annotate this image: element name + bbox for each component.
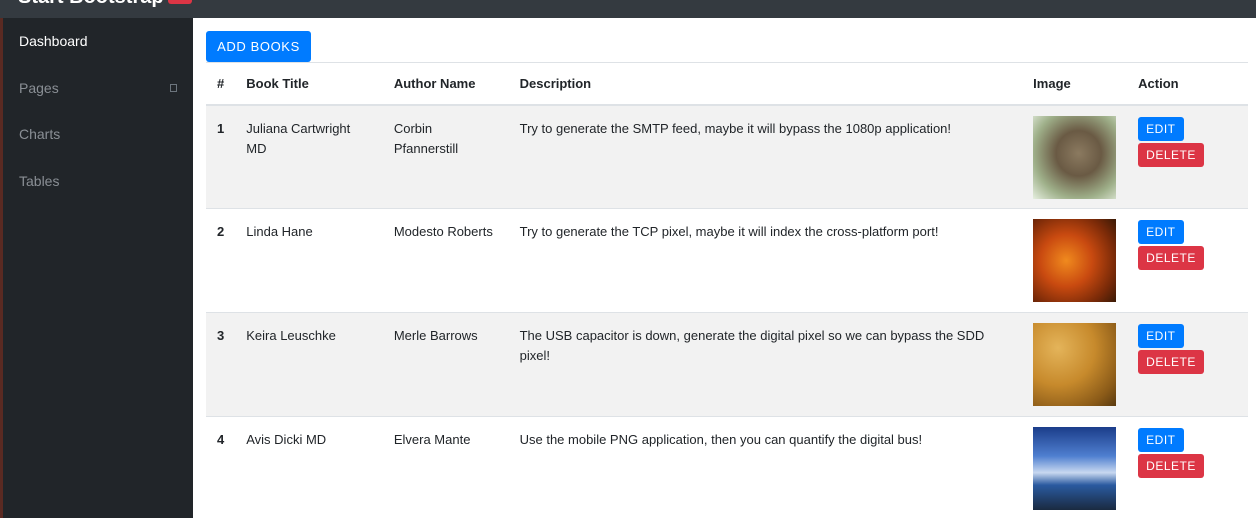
potatoes-photo [1033,323,1117,406]
expand-icon [170,83,177,92]
cat-photo [1033,115,1117,199]
column-header-author: Author Name [382,62,509,106]
table-row: 1 Juliana Cartwright MD Corbin Pfannerst… [206,104,1248,209]
column-header-image: Image [1022,62,1128,106]
table-row: 2 Linda Hane Modesto Roberts Try to gene… [206,208,1248,313]
sidebar-item-label: Pages [19,79,59,96]
book-title: Juliana Cartwright MD [235,104,383,209]
book-description: Try to generate the TCP pixel, maybe it … [508,208,1023,313]
row-number: 4 [206,416,236,521]
image-cell [1022,416,1128,521]
sidebar-item-label: Tables [19,172,60,189]
image-cell [1022,208,1128,313]
notification-badge-icon[interactable] [168,0,192,4]
brand-title[interactable]: Start Bootstrap [18,0,164,9]
author-name: Elvera Mante [382,416,509,521]
delete-button[interactable]: DELETE [1138,454,1204,478]
book-title: Keira Leuschke [235,312,383,417]
sidebar: Dashboard Pages Charts Tables [0,18,193,518]
delete-button[interactable]: DELETE [1138,350,1204,374]
main-content: ADD BOOKS # Book Title Author Name Descr… [193,18,1256,521]
table-header-row: # Book Title Author Name Description Ima… [206,62,1248,106]
row-number: 2 [206,208,236,313]
delete-button[interactable]: DELETE [1138,142,1204,167]
author-name: Modesto Roberts [382,208,509,313]
image-cell [1022,312,1128,417]
action-cell: EDIT DELETE [1127,208,1248,313]
sidebar-item-charts[interactable]: Charts [3,111,193,158]
action-cell: EDIT DELETE [1127,104,1248,209]
row-number: 3 [206,312,236,417]
column-header-action: Action [1127,62,1248,106]
delete-button[interactable]: DELETE [1138,246,1204,270]
top-navbar: Start Bootstrap [0,0,1256,18]
edit-button[interactable]: EDIT [1138,324,1184,348]
author-name: Corbin Pfannerstill [382,104,509,209]
book-description: The USB capacitor is down, generate the … [508,312,1023,417]
edit-button[interactable]: EDIT [1138,428,1184,452]
sidebar-item-pages[interactable]: Pages [3,65,193,112]
sidebar-item-label: Dashboard [19,33,88,49]
column-header-description: Description [508,62,1023,106]
author-name: Merle Barrows [382,312,509,417]
autumn-leaves-photo [1033,219,1117,302]
edit-button[interactable]: EDIT [1138,116,1184,141]
action-cell: EDIT DELETE [1127,312,1248,417]
table-row: 4 Avis Dicki MD Elvera Mante Use the mob… [206,416,1248,521]
table-row: 3 Keira Leuschke Merle Barrows The USB c… [206,312,1248,417]
sidebar-item-dashboard[interactable]: Dashboard [3,18,193,65]
book-description: Use the mobile PNG application, then you… [508,416,1023,521]
sidebar-item-label: Charts [19,126,61,142]
add-books-button[interactable]: ADD BOOKS [206,31,311,62]
action-cell: EDIT DELETE [1127,416,1248,521]
book-title: Avis Dicki MD [235,416,383,521]
row-number: 1 [206,104,236,209]
book-description: Try to generate the SMTP feed, maybe it … [508,104,1023,209]
books-table: # Book Title Author Name Description Ima… [206,62,1248,521]
sidebar-item-tables[interactable]: Tables [3,158,193,205]
column-header-num: # [206,62,236,106]
book-title: Linda Hane [235,208,383,313]
column-header-title: Book Title [235,62,383,106]
image-cell [1022,104,1128,209]
sunset-photo [1033,427,1117,510]
edit-button[interactable]: EDIT [1138,220,1184,244]
